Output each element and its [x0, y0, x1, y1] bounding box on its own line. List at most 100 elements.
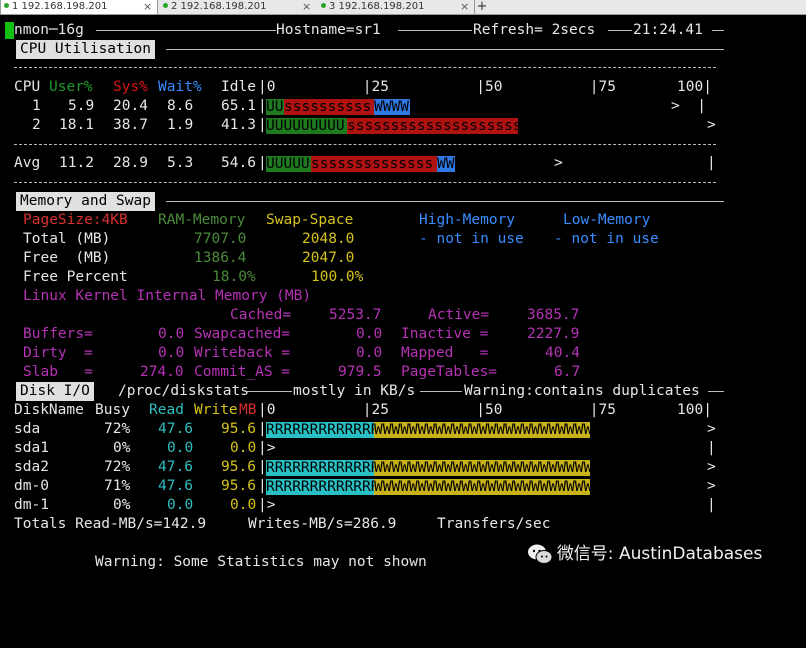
memory-free-percent-row: Free Percent 18.0% 100.0%	[0, 268, 806, 287]
cpu-user: 11.2	[59, 155, 94, 171]
cpu-wait: 1.9	[167, 117, 194, 133]
disk-busy: 0%	[113, 497, 131, 513]
divider	[708, 391, 724, 392]
cpu-id: 2	[32, 117, 41, 133]
high-value: - not in use	[419, 231, 524, 247]
disk-read: 47.6	[158, 421, 193, 437]
low-value: - not in use	[554, 231, 659, 247]
divider	[166, 49, 724, 50]
disk-name: sda1	[14, 440, 49, 456]
disk-units: mostly in KB/s	[293, 383, 416, 399]
disk-name: sda2	[14, 459, 49, 475]
kernel-row: Dirty = 0.0 Writeback = 0.0 Mapped = 40.…	[0, 344, 806, 363]
disk-read: 47.6	[158, 478, 193, 494]
tab-session-3[interactable]: 3 192.168.198.201 ×	[318, 0, 474, 14]
close-icon[interactable]: ×	[143, 0, 152, 14]
disk-busy: 72%	[104, 459, 131, 475]
wechat-icon	[527, 544, 553, 564]
col-mb: MB	[239, 402, 257, 418]
col-wait: Wait%	[158, 79, 202, 95]
cpu-sys: 20.4	[113, 98, 148, 114]
dirty-value: 0.0	[158, 345, 185, 361]
ram-value: 1386.4	[194, 250, 247, 266]
divider	[398, 30, 472, 31]
disk-source: /proc/diskstats	[118, 383, 249, 399]
ram-value: 18.0%	[212, 269, 256, 285]
cpu-wait: 5.3	[167, 155, 194, 171]
bar-edge: |>	[258, 497, 276, 513]
kernel-row: Cached= 5253.7 Active= 3685.7	[0, 306, 806, 325]
connected-icon	[4, 3, 9, 8]
read-bar: RRRRRRRRRRRRR	[266, 460, 374, 476]
cpu-idle: 54.6	[221, 155, 256, 171]
tab-label: 3 192.168.198.201	[329, 1, 425, 12]
active-value: 3685.7	[527, 307, 580, 323]
disk-section-title: Disk I/O /proc/diskstats mostly in KB/s …	[0, 382, 806, 401]
ram-value: 7707.0	[194, 231, 247, 247]
bar-edge: >	[707, 459, 716, 475]
col-disk-name: DiskName	[14, 402, 84, 418]
disk-row: sda1 0% 0.0 0.0 |> |	[0, 439, 806, 458]
cached-label: Cached=	[230, 307, 292, 323]
col-ram: RAM-Memory	[158, 212, 246, 228]
divider	[246, 391, 292, 392]
bar-edge: > |	[671, 98, 706, 114]
col-sys: Sys%	[113, 79, 148, 95]
disk-busy: 71%	[104, 478, 131, 494]
user-bar: UU	[266, 99, 284, 115]
cpu-sys: 28.9	[113, 155, 148, 171]
col-cpu: CPU	[14, 79, 41, 95]
cpu-user: 5.9	[68, 98, 95, 114]
new-tab-button[interactable]: +	[474, 0, 489, 14]
memory-total-row: Total (MB) 7707.0 2048.0 - not in use - …	[0, 230, 806, 249]
sys-bar: sssssssssssssssssssss	[347, 118, 518, 134]
close-icon[interactable]: ×	[460, 0, 469, 14]
swap-value: 2048.0	[302, 231, 355, 247]
mapped-value: 40.4	[545, 345, 580, 361]
disk-header: DiskName Busy Read Write MB |0 |25 |50 |…	[0, 401, 806, 420]
scale-ruler: |0 |25 |50 |75 100|	[258, 79, 712, 95]
cpu-section-title: CPU Utilisation	[0, 40, 155, 59]
kernel-row: Buffers= 0.0 Swapcached= 0.0 Inactive = …	[0, 325, 806, 344]
tab-session-1[interactable]: 1 192.168.198.201 ×	[0, 0, 158, 14]
pagetables-label: PageTables=	[401, 364, 498, 380]
cpu-avg-row: Avg 11.2 28.9 5.3 54.6 | UUUUU sssssssss…	[0, 154, 806, 173]
commit-label: Commit_AS =	[194, 364, 291, 380]
write-bar: WWWWWWWWWWWWWWWWWWWWWWWWWW	[374, 422, 590, 438]
user-bar: UUUUUUUUU	[266, 118, 347, 134]
close-icon[interactable]: ×	[302, 0, 311, 14]
cpu-sys: 38.7	[113, 117, 148, 133]
cached-value: 5253.7	[329, 307, 382, 323]
divider	[14, 182, 716, 183]
bar-edge: |>	[258, 440, 276, 456]
cpu-row: 2 18.1 38.7 1.9 41.3 | UUUUUUUUU sssssss…	[0, 116, 806, 135]
hostname: Hostname=sr1	[276, 22, 381, 38]
writeback-value: 0.0	[356, 345, 383, 361]
read-bar: RRRRRRRRRRRRR	[266, 422, 374, 438]
section-title: Disk I/O	[16, 382, 94, 401]
tab-label: 1 192.168.198.201	[12, 1, 108, 12]
disk-busy: 0%	[113, 440, 131, 456]
bar-edge: |	[707, 155, 716, 171]
divider	[420, 391, 462, 392]
tab-session-2[interactable]: 2 192.168.198.201 ×	[160, 0, 316, 14]
watermark: 微信号: AustinDatabases	[516, 512, 762, 564]
cpu-header: CPU User% Sys% Wait% Idle |0 |25 |50 |75…	[0, 78, 806, 97]
disk-row: sda2 72% 47.6 95.6 | RRRRRRRRRRRRR WWWWW…	[0, 458, 806, 477]
disk-row: dm-0 71% 47.6 95.6 | RRRRRRRRRRRRR WWWWW…	[0, 477, 806, 496]
refresh-rate: Refresh= 2secs	[473, 22, 596, 38]
kernel-title: Linux Kernel Internal Memory (MB)	[23, 288, 312, 304]
disk-read: 47.6	[158, 459, 193, 475]
totals-write: Writes-MB/s=286.9	[248, 516, 397, 532]
disk-name: sda	[14, 421, 41, 437]
cpu-id: 1	[32, 98, 41, 114]
col-low: Low-Memory	[563, 212, 651, 228]
pagetables-value: 6.7	[554, 364, 581, 380]
wait-bar: WW	[437, 156, 455, 172]
swapcached-label: Swapcached=	[194, 326, 291, 342]
buffers-value: 0.0	[158, 326, 185, 342]
read-bar: RRRRRRRRRRRRR	[266, 479, 374, 495]
disk-warning: Warning:contains duplicates	[464, 383, 700, 399]
clock: 21:24.41	[633, 22, 703, 38]
memory-free-row: Free (MB) 1386.4 2047.0	[0, 249, 806, 268]
